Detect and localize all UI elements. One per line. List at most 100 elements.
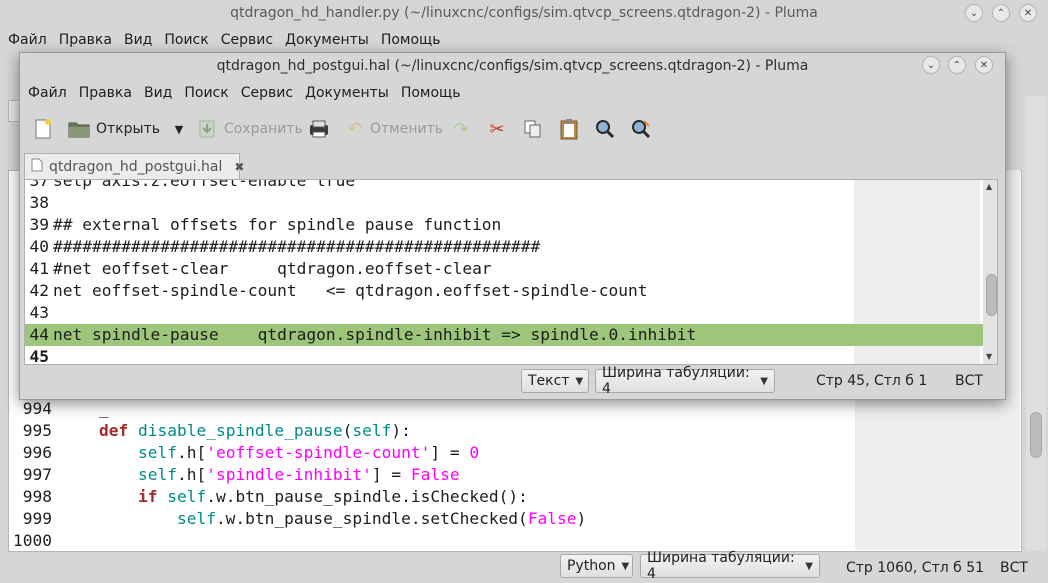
line-text: setp axis.z.eoffset-enable true <box>53 179 356 190</box>
close-icon[interactable]: ✕ <box>1019 4 1037 22</box>
chevron-down-icon: ▼ <box>760 375 768 387</box>
line-text <box>49 302 53 324</box>
line-text: self.h['eoffset-spindle-count'] = 0 <box>137 443 480 462</box>
line-number: 45 <box>29 347 50 365</box>
maximize-icon[interactable]: ⌃ <box>948 56 966 74</box>
line-number: 38 <box>29 193 50 212</box>
code-line[interactable]: 45 <box>25 346 983 365</box>
code-line[interactable]: 1000 <box>8 530 854 550</box>
language-selector[interactable]: Текст ▼ <box>521 369 589 393</box>
vertical-scrollbar[interactable] <box>983 180 997 364</box>
code-line[interactable]: 997 self.h['spindle-inhibit'] = False <box>8 464 854 486</box>
redo-icon: ↷ <box>453 118 469 140</box>
cut-button[interactable]: ✂ <box>486 113 508 145</box>
menu-tools[interactable]: Сервис <box>233 81 297 105</box>
line-text <box>49 346 53 364</box>
minimize-icon[interactable]: ⌄ <box>965 4 983 22</box>
undo-label: Отменить <box>370 121 444 137</box>
line-text: def disable_spindle_pause(self): <box>98 421 411 440</box>
current-code-line[interactable]: 44 net spindle-pause qtdragon.spindle-inh… <box>25 324 983 346</box>
code-line[interactable]: 37 setp axis.z.eoffset-enable true <box>25 179 983 192</box>
line-text <box>49 192 53 214</box>
line-text: if self.w.btn_pause_spindle.isChecked(): <box>137 487 528 506</box>
menu-documents[interactable]: Документы <box>297 81 393 105</box>
tab-title: qtdragon_hd_postgui.hal <box>49 158 223 175</box>
undo-button[interactable]: ↶ Отменить <box>344 113 443 145</box>
save-icon <box>196 118 218 140</box>
language-selector[interactable]: Python ▼ <box>560 554 633 578</box>
chevron-down-icon: ▼ <box>805 560 813 572</box>
code-line[interactable]: 994 _ <box>8 398 854 420</box>
tab-width-selector[interactable]: Ширина табуляции: 4 ▼ <box>640 550 820 582</box>
close-icon[interactable]: ✕ <box>975 56 993 74</box>
paste-button[interactable] <box>558 113 580 145</box>
menu-file[interactable]: Файл <box>0 28 51 52</box>
save-label: Сохранить <box>224 121 303 137</box>
new-document-icon <box>32 118 54 140</box>
scissors-icon: ✂ <box>489 118 505 140</box>
code-line[interactable]: 43 <box>25 302 983 324</box>
menu-view[interactable]: Вид <box>136 81 176 105</box>
open-button[interactable]: Открыть <box>68 113 160 145</box>
menu-help[interactable]: Помощь <box>393 81 465 105</box>
toolbar: Открыть ▼ Сохранить ↶ Отменить ↷ ✂ <box>20 111 1005 147</box>
close-tab-icon[interactable]: ✖ <box>234 160 244 174</box>
minimize-icon[interactable]: ⌄ <box>922 56 940 74</box>
menu-edit[interactable]: Правка <box>71 81 136 105</box>
print-button[interactable] <box>308 113 330 145</box>
line-text: _ <box>98 399 109 418</box>
menu-search[interactable]: Поиск <box>176 81 232 105</box>
code-area[interactable]: 37 setp axis.z.eoffset-enable true 38 39 ## … <box>25 179 983 365</box>
scroll-up-icon[interactable]: ▲ <box>986 182 992 191</box>
line-number: 43 <box>29 303 50 322</box>
line-number: 42 <box>29 281 50 300</box>
foreground-menubar: Файл Правка Вид Поиск Сервис Документы П… <box>20 81 1005 105</box>
line-text: net eoffset-spindle-count <= qtdragon.eo… <box>53 281 648 300</box>
line-text: ########################################… <box>53 237 541 256</box>
background-statusbar: Python ▼ Ширина табуляции: 4 ▼ Стр 1060,… <box>0 550 1048 583</box>
code-line[interactable]: 42 net eoffset-spindle-count <= qtdragon.… <box>25 280 983 302</box>
background-scroll-thumb[interactable] <box>1030 412 1042 458</box>
code-line[interactable]: 40 ######################################… <box>25 236 983 258</box>
menu-tools[interactable]: Сервис <box>213 28 277 52</box>
tab-width-selector[interactable]: Ширина табуляции: 4 ▼ <box>595 365 775 397</box>
editor[interactable]: 37 setp axis.z.eoffset-enable true 38 39 ## … <box>24 179 998 365</box>
replace-button[interactable] <box>630 113 652 145</box>
redo-button[interactable]: ↷ <box>450 113 472 145</box>
line-number: 40 <box>29 237 50 256</box>
line-text: self.h['spindle-inhibit'] = False <box>137 465 460 484</box>
undo-icon: ↶ <box>347 118 363 140</box>
code-line[interactable]: 999 self.w.btn_pause_spindle.setChecked(… <box>8 508 854 530</box>
cursor-position: Стр 45, Стл б 1 <box>816 373 928 389</box>
code-line[interactable]: 996 self.h['eoffset-spindle-count'] = 0 <box>8 442 854 464</box>
code-line[interactable]: 995 def disable_spindle_pause(self): <box>8 420 854 442</box>
language-label: Текст <box>528 373 570 389</box>
find-button[interactable] <box>594 113 616 145</box>
code-line[interactable]: 39 ## external offsets for spindle pause … <box>25 214 983 236</box>
background-vertical-scrollbar[interactable] <box>1026 96 1046 551</box>
open-recent-dropdown[interactable]: ▼ <box>168 113 190 145</box>
line-number: 995 <box>22 421 52 440</box>
code-line[interactable]: 41 #net eoffset-clear qtdragon.eoffset-cl… <box>25 258 983 280</box>
save-button[interactable]: Сохранить <box>196 113 303 145</box>
cursor-position: Стр 1060, Стл б 51 <box>846 560 985 576</box>
scroll-down-icon[interactable]: ▼ <box>986 352 992 361</box>
maximize-icon[interactable]: ⌃ <box>992 4 1010 22</box>
chevron-down-icon: ▼ <box>575 375 584 387</box>
tab-width-label: Ширина табуляции: 4 <box>602 365 750 397</box>
copy-button[interactable] <box>522 113 544 145</box>
code-line[interactable]: 38 <box>25 192 983 214</box>
menu-view[interactable]: Вид <box>116 28 156 52</box>
tab-width-label: Ширина табуляции: 4 <box>647 550 795 582</box>
menu-search[interactable]: Поиск <box>156 28 212 52</box>
menu-file[interactable]: Файл <box>20 81 71 105</box>
menu-help[interactable]: Помощь <box>373 28 445 52</box>
document-tab[interactable]: qtdragon_hd_postgui.hal ✖ <box>24 153 244 179</box>
menu-documents[interactable]: Документы <box>277 28 373 52</box>
background-code-area[interactable]: 994 _ 995 def disable_spindle_pause(self)… <box>8 398 854 550</box>
insert-mode: ВСТ <box>1000 560 1028 576</box>
code-line[interactable]: 998 if self.w.btn_pause_spindle.isChecke… <box>8 486 854 508</box>
menu-edit[interactable]: Правка <box>51 28 116 52</box>
new-document-button[interactable] <box>32 113 54 145</box>
scroll-thumb[interactable] <box>986 274 997 316</box>
